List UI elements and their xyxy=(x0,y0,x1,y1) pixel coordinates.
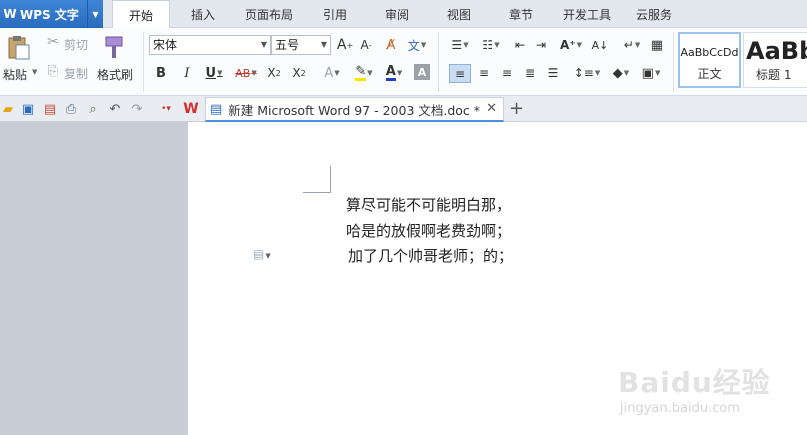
superscript-icon[interactable]: X2 xyxy=(264,64,284,82)
underline-icon[interactable]: U ▼ xyxy=(201,64,227,82)
redo-icon[interactable]: ↷ xyxy=(129,101,145,117)
separator xyxy=(673,32,674,92)
menu-tab-bar: W WPS 文字 ▼ 开始 插入 页面布局 引用 审阅 视图 章节 开发工具 云… xyxy=(0,0,807,29)
export-pdf-icon[interactable]: ▤ xyxy=(42,101,58,117)
print-icon[interactable]: ⎙ xyxy=(63,101,79,117)
font-family-value: 宋体 xyxy=(153,38,178,52)
table-grid-icon[interactable]: ▦ xyxy=(648,36,666,54)
align-left-icon[interactable]: ≡ xyxy=(449,64,471,83)
distributed-align-icon[interactable]: ☰ xyxy=(544,64,562,82)
clear-format-icon[interactable]: A̸ xyxy=(382,36,400,54)
bullet-list-icon[interactable]: ☰ ▼ xyxy=(446,36,474,54)
margin-corner-mark xyxy=(330,166,331,193)
close-icon[interactable]: ✕ xyxy=(486,101,497,116)
document-line[interactable]: 加了几个帅哥老师；的； xyxy=(348,245,513,266)
style-normal-sample: AaBbCcDd xyxy=(680,46,739,59)
paste-icon[interactable] xyxy=(6,34,32,62)
tab-review[interactable]: 审阅 xyxy=(372,0,422,28)
bold-icon[interactable]: B xyxy=(153,64,169,82)
format-painter-button[interactable]: 格式刷 xyxy=(97,66,133,83)
align-right-icon[interactable]: ≡ xyxy=(498,64,516,82)
show-marks-icon[interactable]: ↵ ▼ xyxy=(619,36,645,54)
margin-corner-mark xyxy=(303,192,331,193)
character-shading-icon[interactable]: A xyxy=(414,64,430,80)
wps-logo-icon[interactable]: W xyxy=(183,101,199,117)
tab-developer[interactable]: 开发工具 xyxy=(556,0,618,28)
align-center-icon[interactable]: ≡ xyxy=(475,64,493,82)
text-effect-icon[interactable]: A ▼ xyxy=(320,64,344,82)
increase-indent-icon[interactable]: ⇥ xyxy=(532,36,550,54)
italic-icon[interactable]: I xyxy=(179,64,195,82)
style-normal[interactable]: AaBbCcDd 正文 xyxy=(678,32,741,88)
tab-cloud[interactable]: 云服务 xyxy=(628,0,680,28)
app-menu-dropdown-icon[interactable]: ▼ xyxy=(87,0,103,28)
grow-font-icon[interactable]: A + xyxy=(336,36,354,54)
style-heading-1-sample: AaBb xyxy=(746,37,807,65)
numbered-list-icon[interactable]: ☷ ▼ xyxy=(477,36,505,54)
wps-logo-icon: W xyxy=(3,7,17,21)
shrink-font-icon[interactable]: A- xyxy=(357,36,375,54)
paste-button[interactable]: 粘贴 xyxy=(3,66,27,83)
document-line[interactable]: 算尽可能不可能明白那， xyxy=(346,194,511,215)
customize-toolbar-icon[interactable]: •▾ xyxy=(158,101,174,117)
chevron-down-icon: ▼ xyxy=(260,40,267,49)
style-heading-1[interactable]: AaBb 标题 1 xyxy=(743,32,807,88)
justify-icon[interactable]: ≣ xyxy=(521,64,539,82)
subscript-icon[interactable]: X2 xyxy=(289,64,309,82)
tab-chapter[interactable]: 章节 xyxy=(496,0,546,28)
separator xyxy=(143,32,144,92)
chevron-down-icon: ▼ xyxy=(320,40,327,49)
tab-home[interactable]: 开始 xyxy=(112,0,170,29)
open-folder-icon[interactable]: ▰ xyxy=(0,101,16,117)
undo-icon[interactable]: ↶ xyxy=(107,101,123,117)
separator xyxy=(438,32,439,92)
font-family-select[interactable]: 宋体 ▼ xyxy=(149,35,271,55)
workspace-margin xyxy=(0,122,188,435)
line-spacing-icon[interactable]: ↕≡ ▼ xyxy=(572,64,602,82)
print-preview-icon[interactable]: ⌕ xyxy=(85,101,101,117)
format-painter-icon[interactable] xyxy=(101,34,127,62)
decrease-indent-icon[interactable]: ⇤ xyxy=(511,36,529,54)
font-size-select[interactable]: 五号 ▼ xyxy=(271,35,331,55)
document-line[interactable]: 哈是的放假啊老费劲啊； xyxy=(346,220,511,241)
style-heading-1-label: 标题 1 xyxy=(756,68,792,82)
tab-page-layout[interactable]: 页面布局 xyxy=(236,0,302,28)
tab-view[interactable]: 视图 xyxy=(434,0,484,28)
word-document-icon: ▤ xyxy=(210,101,223,117)
new-tab-icon[interactable]: + xyxy=(509,98,524,119)
cut-button[interactable]: 剪切 xyxy=(64,36,88,53)
shading-icon[interactable]: ◆ ▼ xyxy=(607,64,635,82)
quick-access-toolbar: ▰ ▣ ▤ ⎙ ⌕ ↶ ↷ •▾ W ▤ 新建 Microsoft Word 9… xyxy=(0,96,807,122)
watermark-brand: Baidu经验 xyxy=(618,366,771,399)
tab-insert[interactable]: 插入 xyxy=(178,0,228,28)
font-color-icon[interactable]: A ▼ xyxy=(380,64,408,82)
paragraph-options-icon[interactable]: ▤▼ xyxy=(253,247,271,261)
document-tab-title: 新建 Microsoft Word 97 - 2003 文档.doc * xyxy=(228,102,481,118)
app-name: WPS 文字 xyxy=(20,7,79,22)
sort-icon[interactable]: A↓ xyxy=(590,36,610,54)
strikethrough-icon[interactable]: AB ▼ xyxy=(231,64,261,82)
watermark: Baidu经验 jingyan.baidu.com xyxy=(618,355,771,425)
highlight-color-icon[interactable]: ✎ ▼ xyxy=(350,64,378,82)
change-case-icon[interactable]: A⁺ ▼ xyxy=(557,36,585,54)
tab-references[interactable]: 引用 xyxy=(310,0,360,28)
copy-button[interactable]: 复制 xyxy=(64,65,88,82)
app-menu-button[interactable]: W WPS 文字 ▼ xyxy=(0,0,103,28)
style-normal-label: 正文 xyxy=(697,67,722,81)
phonetic-guide-icon[interactable]: 文 ▼ xyxy=(404,36,430,54)
paste-dropdown-icon[interactable]: ▼ xyxy=(32,68,37,76)
document-tab[interactable]: ▤ 新建 Microsoft Word 97 - 2003 文档.doc * ✕ xyxy=(205,97,504,122)
save-icon[interactable]: ▣ xyxy=(20,101,36,117)
font-size-value: 五号 xyxy=(275,38,300,52)
borders-icon[interactable]: ▣ ▼ xyxy=(638,64,664,82)
watermark-url: jingyan.baidu.com xyxy=(620,401,740,416)
copy-icon[interactable]: ⎘ xyxy=(45,63,61,79)
ribbon-home: 粘贴 ▼ ✂ 剪切 ⎘ 复制 格式刷 宋体 ▼ 五号 ▼ A + A- A̸ 文 ▼… xyxy=(0,28,807,96)
cut-icon[interactable]: ✂ xyxy=(45,34,61,50)
